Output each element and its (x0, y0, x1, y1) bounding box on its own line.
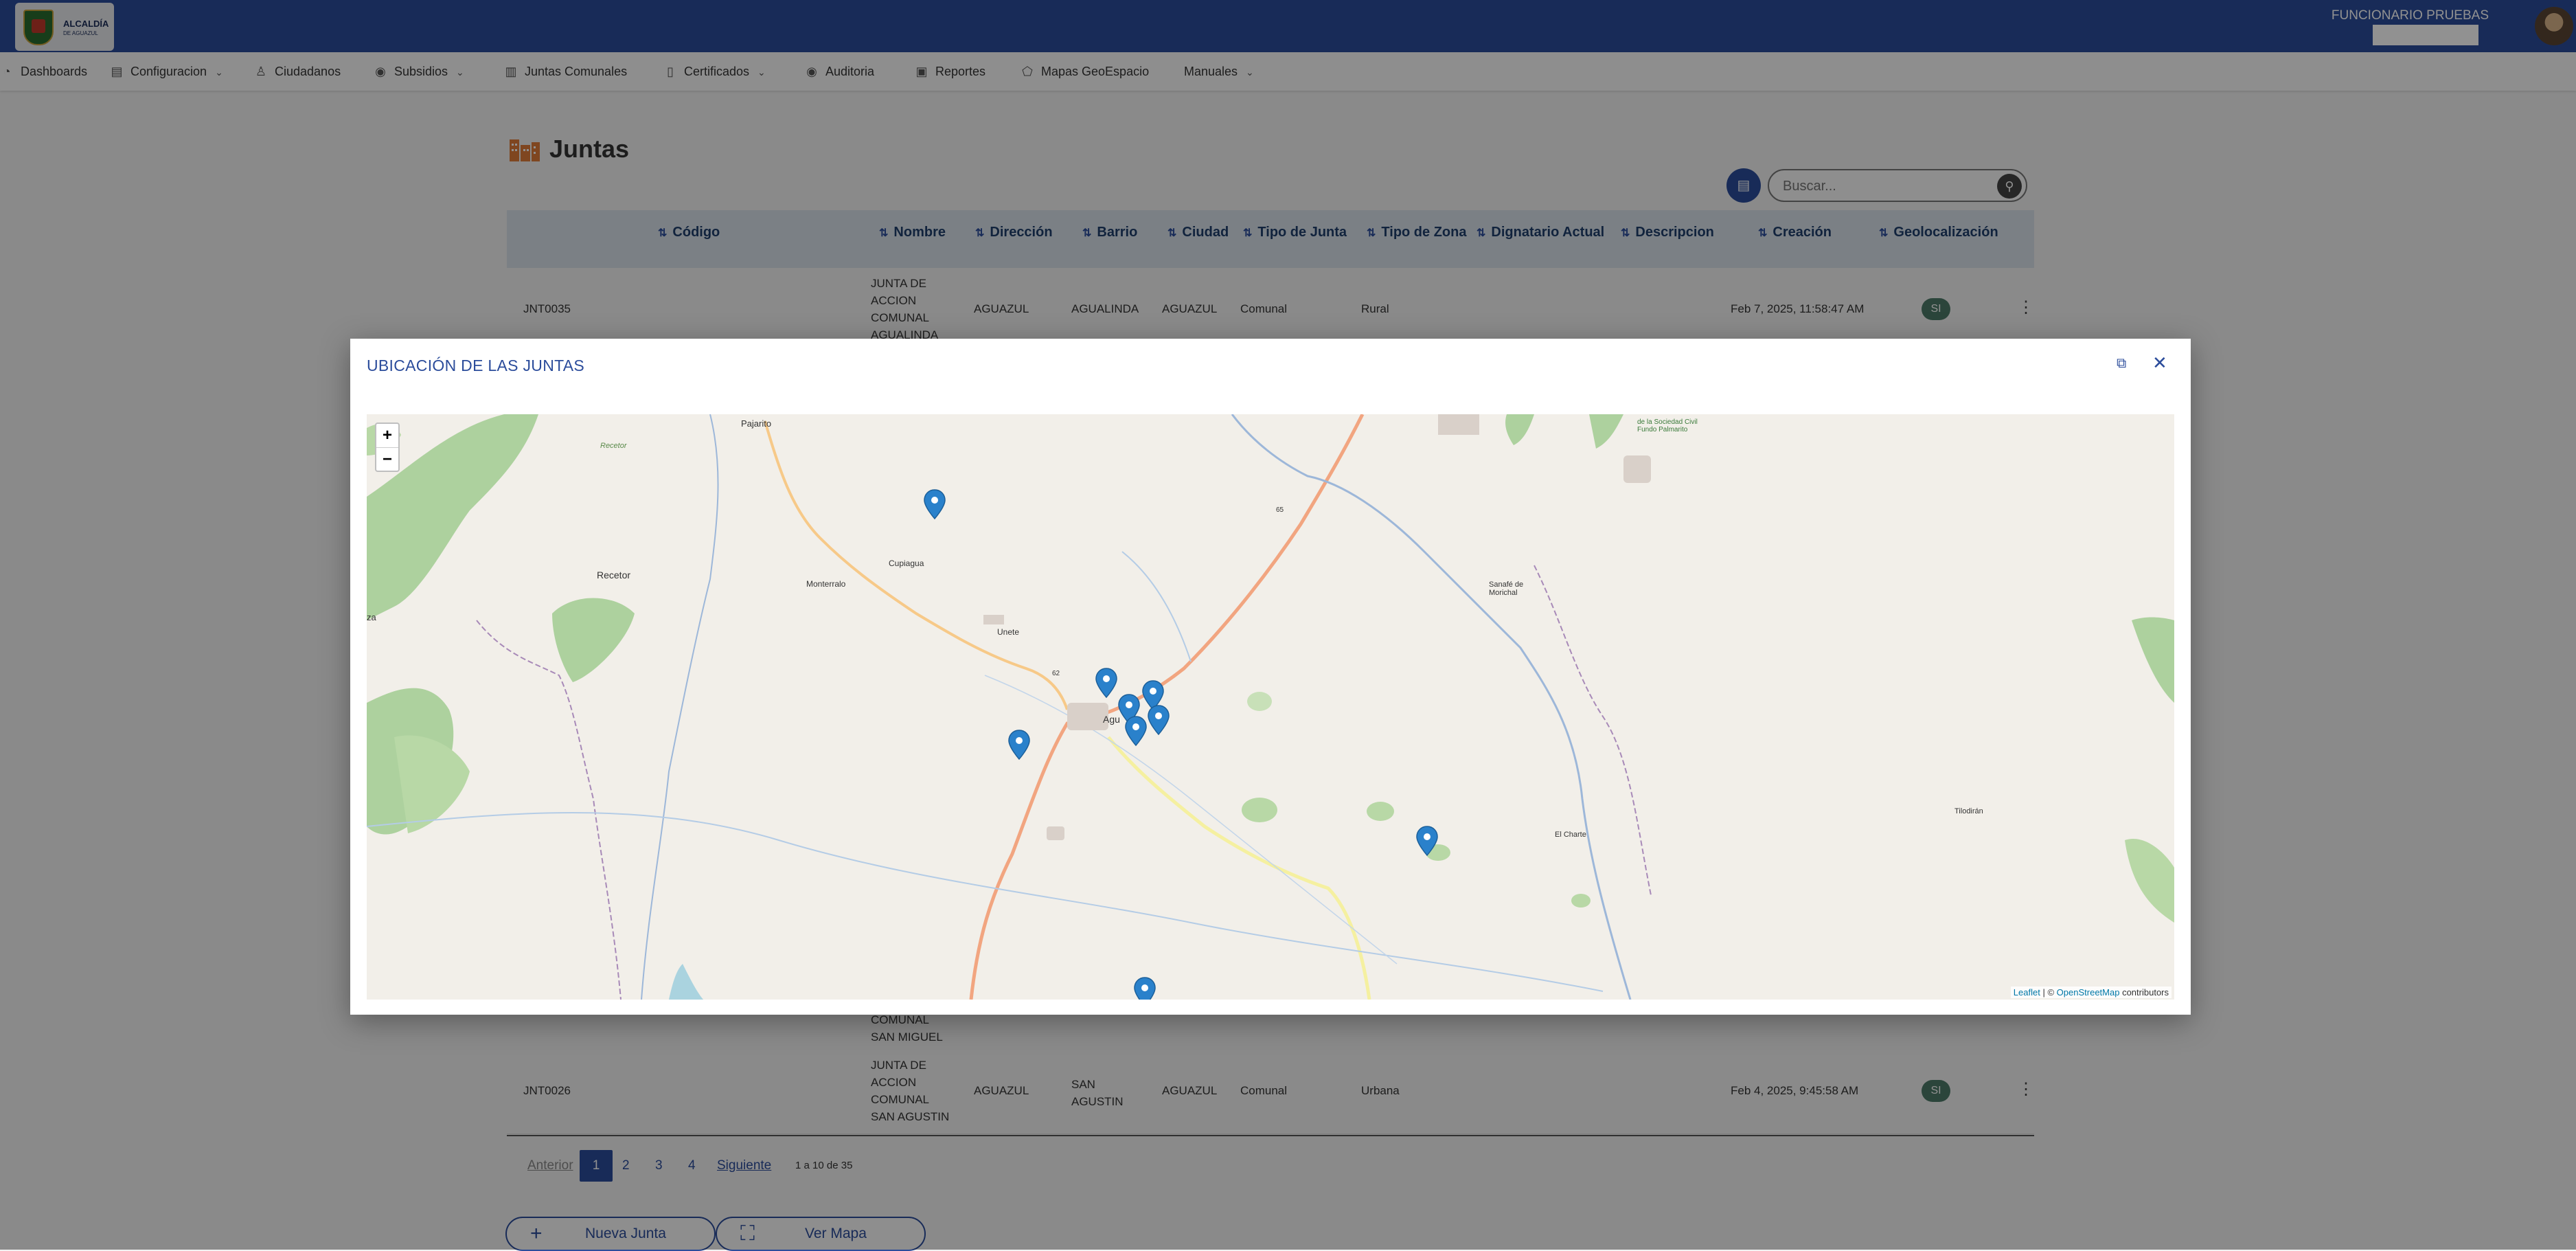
zoom-control: + − (375, 422, 400, 472)
marker-icon[interactable] (924, 489, 946, 519)
markers-layer (924, 489, 1438, 1000)
map-attribution: Leaflet | © OpenStreetMap contributors (2010, 987, 2172, 998)
zoom-out-button[interactable]: − (376, 448, 398, 471)
leaflet-link[interactable]: Leaflet (2014, 987, 2040, 998)
map-view[interactable]: Pajarito Recetor Monterralo Cupiagua Une… (367, 414, 2174, 1000)
marker-icon[interactable] (1125, 716, 1147, 746)
maximize-icon[interactable]: ⧉ (2117, 357, 2130, 370)
osm-link[interactable]: OpenStreetMap (2057, 987, 2120, 998)
marker-icon[interactable] (1008, 730, 1030, 760)
modal-title: UBICACIÓN DE LAS JUNTAS (367, 357, 585, 374)
map-modal: UBICACIÓN DE LAS JUNTAS ⧉ ✕ Pajarito Rec… (350, 339, 2191, 1015)
close-icon[interactable]: ✕ (2152, 354, 2167, 372)
zoom-in-button[interactable]: + (376, 424, 398, 448)
marker-icon[interactable] (1134, 977, 1156, 1000)
attribution-tail: contributors (2122, 987, 2169, 998)
marker-icon[interactable] (1148, 705, 1170, 735)
marker-icon[interactable] (1416, 826, 1438, 856)
marker-icon[interactable] (1095, 668, 1117, 698)
attribution-separator: | © (2042, 987, 2055, 998)
